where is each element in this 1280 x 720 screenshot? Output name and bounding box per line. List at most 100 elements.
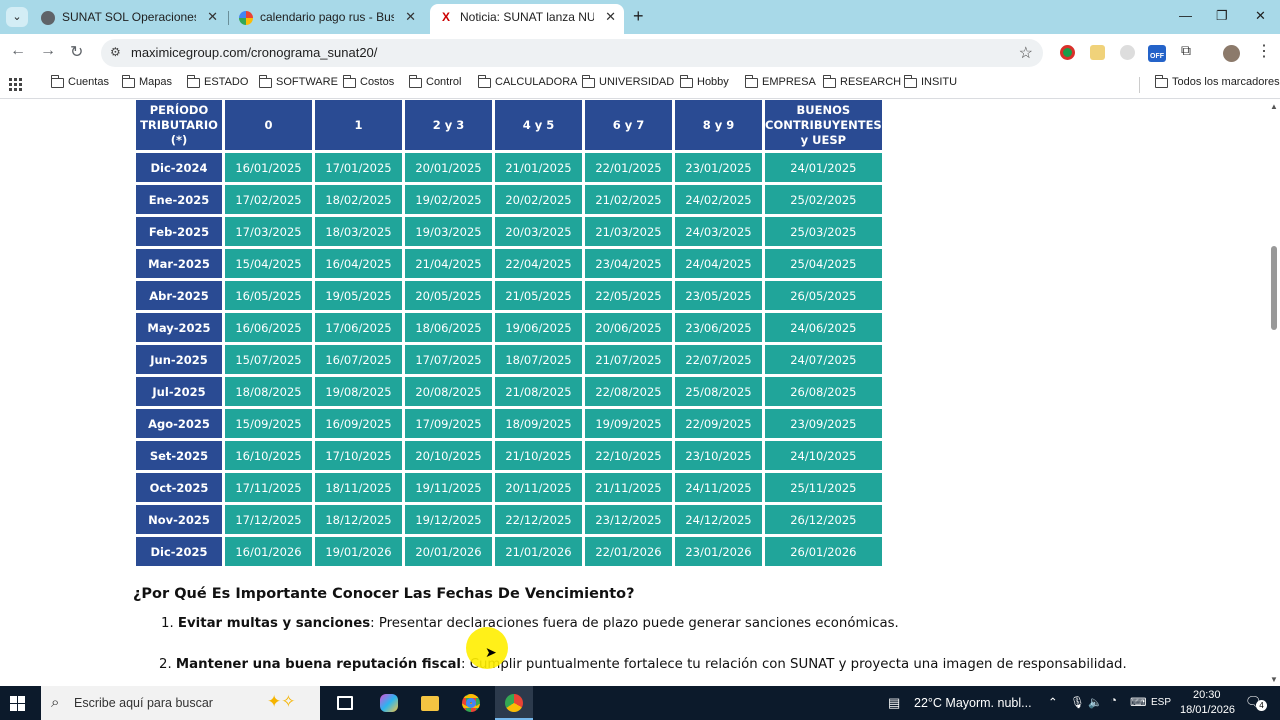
bookmark-cuentas[interactable]: Cuentas bbox=[51, 75, 109, 88]
bookmark-estado[interactable]: ESTADO bbox=[187, 75, 248, 88]
period-cell: Jul-2025 bbox=[136, 377, 222, 406]
extension-off-icon[interactable]: OFF bbox=[1148, 45, 1166, 62]
bookmark-costos[interactable]: Costos bbox=[343, 75, 394, 88]
bookmark-label: Todos los marcadores bbox=[1172, 76, 1280, 88]
chrome-icon[interactable] bbox=[462, 694, 480, 712]
folder-icon bbox=[680, 75, 693, 88]
bookmark-label: CALCULADORA bbox=[495, 76, 578, 88]
due-date-cell: 19/09/2025 bbox=[585, 409, 672, 438]
due-date-cell: 22/08/2025 bbox=[585, 377, 672, 406]
weather-text[interactable]: 22°C Mayorm. nubl... bbox=[914, 696, 1032, 710]
address-bar[interactable]: ⚙ maximicegroup.com/cronograma_sunat20/ … bbox=[101, 39, 1043, 67]
extension-circle-icon[interactable] bbox=[1120, 45, 1135, 60]
due-date-cell: 23/12/2025 bbox=[585, 505, 672, 534]
reload-icon[interactable]: ↻ bbox=[70, 42, 83, 62]
restore-icon[interactable]: ❐ bbox=[1216, 8, 1228, 24]
close-icon[interactable]: ✕ bbox=[605, 4, 616, 30]
due-date-cell: 22/01/2025 bbox=[585, 153, 672, 182]
back-icon[interactable]: ← bbox=[10, 42, 26, 60]
table-row: Ene-2025 17/02/2025 18/02/2025 19/02/2025 20… bbox=[136, 185, 882, 214]
tray-chevron-icon[interactable]: ⌃ bbox=[1048, 695, 1058, 709]
bookmark-calculadora[interactable]: CALCULADORA bbox=[478, 75, 578, 88]
scrollbar-thumb[interactable] bbox=[1271, 246, 1277, 330]
due-date-cell: 21/11/2025 bbox=[585, 473, 672, 502]
windows-start-icon[interactable] bbox=[10, 696, 25, 711]
tab-google-search[interactable]: calendario pago rus - Buscar con Google … bbox=[230, 4, 424, 34]
header-digit-1: 1 bbox=[315, 100, 402, 150]
scroll-down-icon[interactable]: ▼ bbox=[1270, 675, 1278, 684]
page-scrollbar[interactable]: ▲ ▼ bbox=[1268, 100, 1280, 686]
due-date-cell: 26/01/2026 bbox=[765, 537, 882, 566]
close-icon[interactable]: ✕ bbox=[207, 4, 218, 30]
bookmark-insitu[interactable]: INSITU bbox=[904, 75, 957, 88]
due-date-cell: 16/10/2025 bbox=[225, 441, 312, 470]
bookmark-research[interactable]: RESEARCH bbox=[823, 75, 901, 88]
clock-time[interactable]: 20:30 bbox=[1193, 689, 1221, 701]
close-window-icon[interactable]: ✕ bbox=[1255, 8, 1266, 24]
menu-kebab-icon[interactable]: ⋮ bbox=[1256, 41, 1272, 61]
due-date-cell: 18/09/2025 bbox=[495, 409, 582, 438]
table-row: May-2025 16/06/2025 17/06/2025 18/06/2025 19… bbox=[136, 313, 882, 342]
language-indicator[interactable]: ESP bbox=[1151, 697, 1171, 708]
due-date-cell: 19/12/2025 bbox=[405, 505, 492, 534]
file-explorer-icon[interactable] bbox=[421, 696, 439, 711]
network-icon[interactable]: ⌨ bbox=[1130, 695, 1147, 709]
bookmark-control[interactable]: Control bbox=[409, 75, 461, 88]
apps-grid-icon[interactable] bbox=[9, 78, 22, 91]
due-date-cell: 18/12/2025 bbox=[315, 505, 402, 534]
due-date-cell: 24/01/2025 bbox=[765, 153, 882, 182]
close-icon[interactable]: ✕ bbox=[405, 4, 416, 30]
due-date-cell: 23/01/2026 bbox=[675, 537, 762, 566]
bookmarks-bar: Cuentas Mapas ESTADO SOFTWARE Costos Con… bbox=[0, 71, 1280, 99]
chrome-active-taskbar-item[interactable] bbox=[495, 686, 533, 720]
bookmark-label: EMPRESA bbox=[762, 76, 816, 88]
due-date-cell: 21/08/2025 bbox=[495, 377, 582, 406]
due-date-cell: 20/10/2025 bbox=[405, 441, 492, 470]
list-item-text: : Cumplir puntualmente fortalece tu rela… bbox=[461, 657, 1127, 672]
due-date-cell: 23/09/2025 bbox=[765, 409, 882, 438]
bookmark-hobby[interactable]: Hobby bbox=[680, 75, 729, 88]
tab-search-chevron-icon[interactable]: ⌄ bbox=[6, 7, 28, 27]
period-cell: Abr-2025 bbox=[136, 281, 222, 310]
volume-icon[interactable]: 🔈 bbox=[1088, 695, 1102, 709]
header-digit-4-5: 4 y 5 bbox=[495, 100, 582, 150]
due-date-cell: 21/01/2026 bbox=[495, 537, 582, 566]
extensions-puzzle-icon[interactable]: ⧉ bbox=[1181, 42, 1196, 58]
due-date-cell: 21/10/2025 bbox=[495, 441, 582, 470]
task-view-icon[interactable] bbox=[337, 696, 353, 710]
wifi-icon[interactable]: ◔ bbox=[1110, 695, 1117, 707]
site-info-icon[interactable]: ⚙ bbox=[110, 45, 121, 59]
minimize-icon[interactable]: — bbox=[1179, 8, 1192, 23]
due-date-cell: 21/05/2025 bbox=[495, 281, 582, 310]
due-date-cell: 15/04/2025 bbox=[225, 249, 312, 278]
tab-noticia-sunat[interactable]: X Noticia: SUNAT lanza NUEVO Cronograma … bbox=[430, 4, 624, 34]
due-date-cell: 22/09/2025 bbox=[675, 409, 762, 438]
forward-icon[interactable]: → bbox=[40, 42, 56, 60]
due-date-cell: 24/06/2025 bbox=[765, 313, 882, 342]
taskbar-search-box[interactable]: ⌕ Escribe aquí para buscar ✦✧ bbox=[41, 686, 320, 720]
period-cell: Oct-2025 bbox=[136, 473, 222, 502]
scroll-up-icon[interactable]: ▲ bbox=[1270, 102, 1278, 111]
period-cell: Mar-2025 bbox=[136, 249, 222, 278]
tab-sunat-sol[interactable]: SUNAT SOL Operaciones en Línea ✕ bbox=[32, 4, 226, 34]
weather-icon[interactable]: ▤ bbox=[888, 695, 900, 711]
list-item-title: Mantener una buena reputación fiscal bbox=[175, 657, 461, 672]
clock-date[interactable]: 18/01/2026 bbox=[1180, 704, 1235, 716]
bookmark-software[interactable]: SOFTWARE bbox=[259, 75, 338, 88]
all-bookmarks[interactable]: Todos los marcadores bbox=[1155, 75, 1280, 88]
microphone-icon[interactable]: 🎙 bbox=[1070, 695, 1085, 709]
due-date-cell: 18/06/2025 bbox=[405, 313, 492, 342]
due-date-cell: 18/11/2025 bbox=[315, 473, 402, 502]
bookmark-universidad[interactable]: UNIVERSIDAD bbox=[582, 75, 674, 88]
folder-icon bbox=[745, 75, 758, 88]
copilot-icon[interactable] bbox=[380, 694, 398, 712]
bookmark-star-icon[interactable]: ☆ bbox=[1019, 43, 1033, 63]
new-tab-icon[interactable]: + bbox=[633, 6, 644, 27]
extension-notes-icon[interactable] bbox=[1090, 45, 1105, 60]
due-date-cell: 22/12/2025 bbox=[495, 505, 582, 534]
profile-avatar[interactable] bbox=[1223, 45, 1240, 62]
bookmark-mapas[interactable]: Mapas bbox=[122, 75, 172, 88]
extension-record-icon[interactable] bbox=[1060, 45, 1075, 60]
bookmark-empresa[interactable]: EMPRESA bbox=[745, 75, 816, 88]
list-item: 2. Mantener una buena reputación fiscal:… bbox=[159, 657, 1127, 672]
